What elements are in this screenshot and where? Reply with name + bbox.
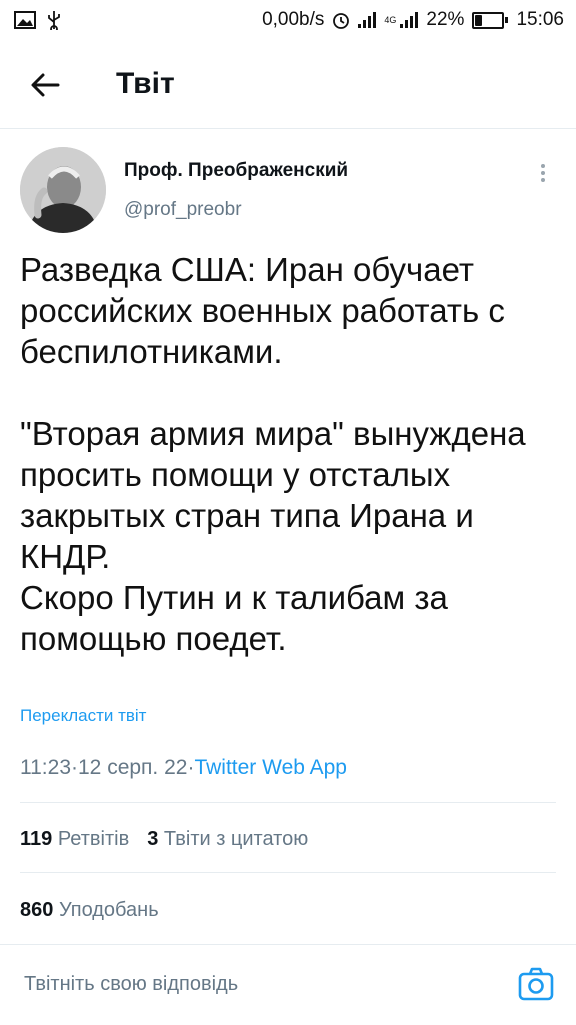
display-name[interactable]: Проф. Преображенский — [124, 160, 348, 182]
user-handle[interactable]: @prof_preobr — [124, 199, 242, 221]
retweets-count: 119 — [20, 828, 53, 850]
network-type: 4G — [384, 15, 397, 25]
top-app-bar: Твіт — [0, 40, 576, 129]
camera-icon[interactable] — [518, 967, 554, 1001]
quotes-label: Твіти з цитатою — [163, 828, 309, 850]
likes-stats: 860 Уподобань — [20, 899, 159, 922]
status-bar: 0,00b/s 4G 22% 15:06 — [0, 0, 576, 40]
tweet-date: 12 серп. 22 — [78, 756, 188, 779]
more-vertical-icon[interactable] — [534, 161, 552, 185]
battery-icon — [472, 11, 509, 29]
signal-4g-icon — [400, 12, 419, 28]
translate-tweet-link[interactable]: Перекласти твіт — [20, 706, 146, 726]
quotes-count: 3 — [147, 828, 159, 850]
divider — [20, 872, 556, 873]
meta-separator: · — [71, 756, 78, 779]
reply-bar: Твітніть свою відповідь — [0, 944, 576, 1025]
signal-icon — [358, 12, 377, 28]
quotes-link[interactable]: 3 Твіти з цитатою — [147, 828, 308, 851]
tweet-time: 11:23 — [20, 756, 71, 779]
alarm-icon — [333, 13, 350, 29]
likes-label: Уподобань — [58, 899, 159, 921]
tweet-text: Разведка США: Иран обучает российских во… — [20, 251, 526, 657]
likes-count: 860 — [20, 899, 54, 921]
divider — [20, 802, 556, 803]
retweets-label: Ретвітів — [57, 828, 130, 850]
image-icon — [14, 11, 36, 29]
back-arrow-icon[interactable] — [28, 68, 62, 102]
retweets-link[interactable]: 119 Ретвітів — [20, 828, 129, 851]
net-speed: 0,00b/s — [262, 9, 325, 30]
usb-icon — [48, 11, 60, 30]
reply-input[interactable]: Твітніть свою відповідь — [24, 973, 238, 996]
battery-percent: 22% — [426, 9, 465, 30]
clock: 15:06 — [516, 9, 564, 30]
avatar[interactable] — [20, 147, 106, 233]
page-title: Твіт — [116, 67, 175, 100]
tweet-meta: 11:23 · 12 серп. 22 · Twitter Web App — [20, 756, 347, 780]
retweet-stats: 119 Ретвітів 3 Твіти з цитатою — [20, 828, 308, 851]
meta-separator: · — [187, 756, 195, 779]
likes-link[interactable]: 860 Уподобань — [20, 899, 159, 922]
source-app-link[interactable]: Twitter Web App — [194, 756, 347, 780]
